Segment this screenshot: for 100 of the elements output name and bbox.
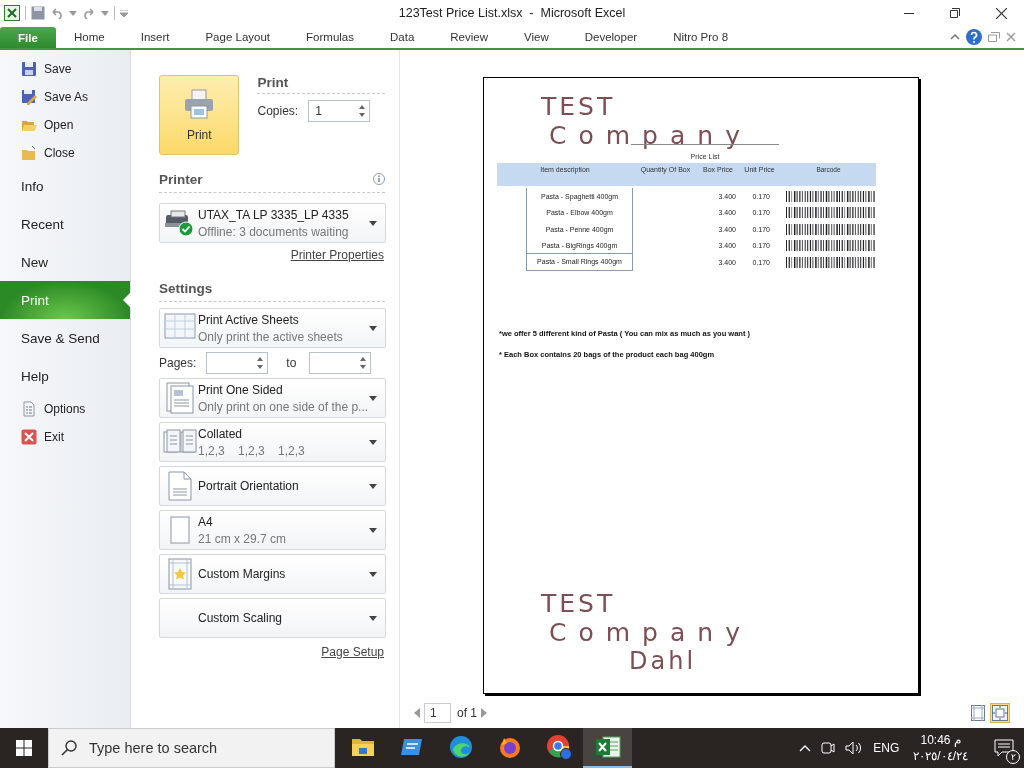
- window-title: 123Test Price List.xlsx - Microsoft Excel: [397, 6, 627, 20]
- minimize-icon: [904, 12, 914, 14]
- restore-icon: [950, 8, 960, 18]
- page-total: of 1: [457, 706, 477, 720]
- settings-dropdown[interactable]: Portrait Orientation: [159, 466, 386, 506]
- taskbar-app[interactable]: [583, 728, 632, 768]
- menu-item[interactable]: Recent: [0, 205, 130, 243]
- pages-icon: [166, 382, 194, 414]
- swirl-browser-icon: [448, 735, 473, 759]
- ribbon-tab[interactable]: Home: [56, 26, 123, 48]
- caret-icon: [369, 325, 377, 331]
- collated-pages-icon: [163, 429, 197, 455]
- caret-icon: [369, 527, 377, 533]
- show-margins-button[interactable]: [968, 703, 988, 723]
- settings-dropdown[interactable]: Custom Scaling: [159, 598, 386, 638]
- menu-item[interactable]: Options: [0, 395, 130, 423]
- portrait-page-icon: [168, 471, 192, 501]
- close-icon: [995, 7, 1007, 19]
- settings-dropdown[interactable]: Collated 1,2,3 1,2,3 1,2,3: [159, 422, 386, 462]
- caret-icon: [369, 439, 377, 445]
- menu-item[interactable]: Exit: [0, 423, 130, 451]
- settings-dropdown[interactable]: Print Active Sheets Only print the active sheets: [159, 308, 386, 348]
- copies-field[interactable]: 1: [308, 100, 371, 122]
- menu-item[interactable]: Print: [0, 281, 130, 319]
- menu-item[interactable]: Save: [0, 55, 130, 83]
- search-field[interactable]: Type here to search: [48, 728, 335, 768]
- spin-arrows-icon[interactable]: [358, 103, 367, 119]
- printer-icon: [183, 88, 216, 120]
- notification-badge: ٢: [1006, 750, 1020, 764]
- close-window-icon[interactable]: [1006, 32, 1016, 42]
- redo-icon[interactable]: [82, 7, 96, 19]
- folder-icon: [21, 145, 37, 161]
- ribbon-tab[interactable]: Review: [432, 26, 506, 48]
- spin-arrows-icon[interactable]: [256, 355, 265, 371]
- page-setup-link[interactable]: Page Setup: [321, 645, 385, 659]
- to-page-field[interactable]: [309, 352, 372, 374]
- next-page-icon[interactable]: [481, 708, 487, 718]
- ribbon-tab[interactable]: Nitro Pro 8: [655, 26, 747, 48]
- camera-icon[interactable]: [821, 740, 836, 756]
- volume-icon[interactable]: [845, 741, 864, 755]
- windows-logo-icon: [16, 740, 32, 756]
- handwritten-text: TEST: [541, 94, 617, 119]
- menu-item[interactable]: Info: [0, 167, 130, 205]
- undo-icon[interactable]: [50, 7, 64, 19]
- spin-arrows-icon[interactable]: [359, 355, 368, 371]
- help-icon[interactable]: [966, 29, 982, 45]
- print-button[interactable]: Print: [159, 75, 240, 155]
- clock[interactable]: 10:46 م ٢٠٢٥/٠٤/٢٤: [913, 733, 968, 763]
- menu-item[interactable]: Save As: [0, 83, 130, 111]
- language-indicator[interactable]: ENG: [873, 741, 900, 755]
- printer-ready-icon: [164, 209, 196, 237]
- caret-icon: [369, 395, 377, 401]
- restore-window-icon[interactable]: [988, 32, 1000, 42]
- printer-properties-link[interactable]: Printer Properties: [290, 248, 385, 262]
- margins-icon: [168, 558, 192, 590]
- app-window-icon: [399, 737, 424, 757]
- handwritten-text: Company: [549, 620, 753, 645]
- menu-item[interactable]: Save & Send: [0, 319, 130, 357]
- zoom-to-page-button[interactable]: [990, 703, 1010, 723]
- spreadsheet-icon: [594, 735, 621, 759]
- handwritten-text: Dahl: [629, 649, 698, 673]
- settings-dropdown[interactable]: Custom Margins: [159, 554, 386, 594]
- settings-dropdown[interactable]: A4 21 cm x 29.7 cm: [159, 510, 386, 550]
- ribbon-tab[interactable]: Developer: [566, 26, 656, 48]
- margins-icon: [971, 705, 985, 721]
- menu-item[interactable]: Close: [0, 139, 130, 167]
- to-label: to: [286, 356, 297, 370]
- handwritten-text: Company: [549, 123, 753, 148]
- search-icon: [61, 740, 77, 756]
- caret-icon: [69, 10, 77, 16]
- caret-icon: [369, 220, 377, 226]
- spreadsheet-app-icon: [4, 5, 20, 21]
- previous-page-icon[interactable]: [414, 708, 420, 718]
- caret-icon: [101, 10, 109, 16]
- ribbon-tab[interactable]: File: [0, 27, 56, 48]
- round-browser-icon: [545, 734, 572, 760]
- menu-item[interactable]: Help: [0, 357, 130, 395]
- collapse-icon[interactable]: [950, 34, 960, 40]
- ribbon-tab[interactable]: Data: [372, 26, 433, 48]
- folder-icon: [350, 736, 375, 758]
- ribbon-tab[interactable]: Page Layout: [187, 26, 289, 48]
- ribbon-tab[interactable]: Insert: [122, 26, 188, 48]
- settings-dropdown[interactable]: Print One Sided Only print on one side of the p...: [159, 378, 386, 418]
- chevron-up-icon[interactable]: [799, 744, 812, 752]
- caret-icon: [369, 483, 377, 489]
- ribbon-tab[interactable]: View: [506, 26, 567, 48]
- printer-dropdown[interactable]: UTAX_TA LP 3335_LP 4335 Offline: 3 documents waiting: [159, 203, 386, 243]
- exit-icon: [21, 429, 37, 445]
- save-as-icon: [21, 89, 37, 105]
- ribbon-tab[interactable]: Formulas: [288, 26, 372, 48]
- from-page-field[interactable]: [206, 352, 269, 374]
- customize-icon[interactable]: [120, 9, 128, 17]
- info-icon[interactable]: [373, 173, 385, 185]
- fit-page-icon: [992, 705, 1008, 721]
- section-heading: Settings: [159, 280, 213, 296]
- copies-label: Copies:: [257, 104, 299, 118]
- page-number-field[interactable]: 1: [424, 703, 451, 723]
- menu-item[interactable]: New: [0, 243, 130, 281]
- caret-icon: [369, 615, 377, 621]
- menu-item[interactable]: Open: [0, 111, 130, 139]
